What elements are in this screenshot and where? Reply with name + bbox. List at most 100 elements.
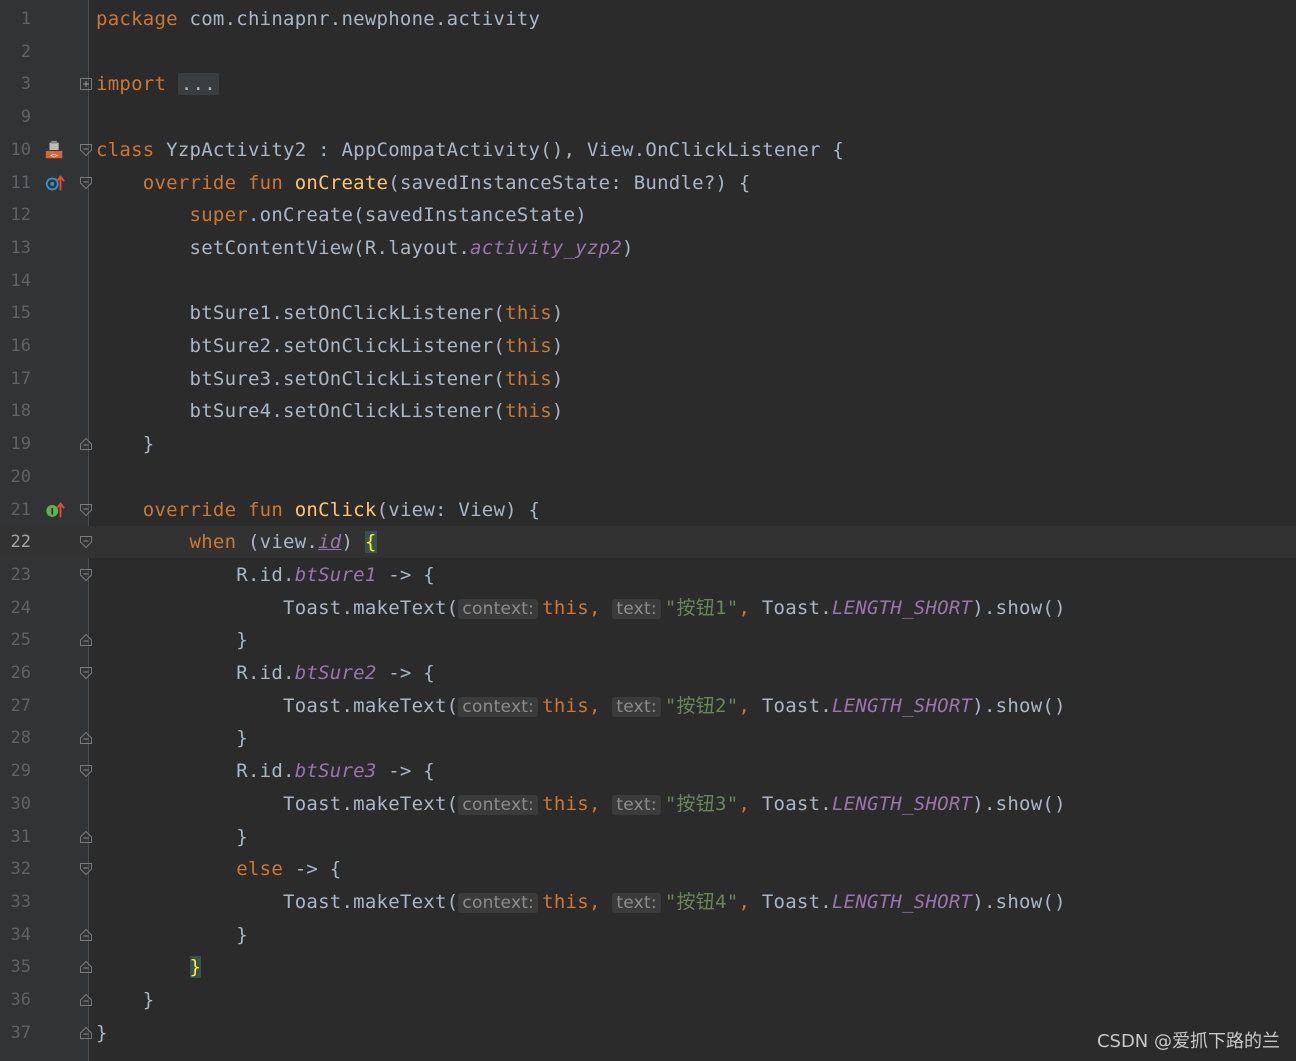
code-line[interactable]: 10 <> class YzpActivity2 : AppCompatActivi… (0, 134, 1296, 166)
code-token: , (738, 596, 762, 619)
code-line[interactable]: 21 I override fun onClick(view: View) { (0, 494, 1296, 526)
override-method-icon[interactable] (44, 173, 66, 193)
code-token: Toast.makeText( (96, 890, 459, 913)
line-number: 25 (10, 630, 31, 651)
fold-expand-icon[interactable] (79, 77, 93, 91)
code-line[interactable]: 36 } (0, 984, 1296, 1016)
code-line[interactable]: 14 (0, 265, 1296, 297)
code-line[interactable]: 11 override fun onCreate(savedInstanceSt… (0, 167, 1296, 199)
code-line[interactable]: 29 R.id.btSure3 -> { (0, 755, 1296, 787)
code-token: } (96, 727, 248, 750)
code-line[interactable]: 19 } (0, 428, 1296, 460)
line-number: 12 (10, 205, 31, 226)
line-number: 21 (10, 499, 31, 520)
fold-collapse-icon[interactable] (79, 176, 93, 190)
code-text: btSure1.setOnClickListener(this) (96, 297, 564, 329)
code-text: class YzpActivity2 : AppCompatActivity()… (96, 134, 844, 166)
code-token: override fun (142, 171, 295, 194)
fold-collapse-icon[interactable] (79, 928, 93, 942)
fold-collapse-icon[interactable] (79, 830, 93, 844)
fold-collapse-icon[interactable] (79, 764, 93, 778)
code-line[interactable]: 34 } (0, 919, 1296, 951)
code-line[interactable]: 28 } (0, 722, 1296, 754)
parameter-hint: text: (612, 696, 661, 717)
code-text: R.id.btSure3 -> { (96, 755, 435, 787)
code-line[interactable]: 32 else -> { (0, 853, 1296, 885)
code-token: class (96, 138, 155, 161)
code-line[interactable]: 12 super.onCreate(savedInstanceState) (0, 199, 1296, 231)
code-token: , (738, 792, 762, 815)
code-token: ) (551, 335, 564, 357)
code-line[interactable]: 24 Toast.makeText(context: this, text: "按钮… (0, 592, 1296, 624)
line-number: 33 (10, 891, 31, 912)
code-line[interactable]: 18 btSure4.setOnClickListener(this) (0, 395, 1296, 427)
code-token: -> { (283, 858, 342, 881)
fold-collapse-icon[interactable] (79, 731, 93, 745)
code-token: (view: View) { (376, 498, 541, 521)
line-number: 30 (10, 793, 31, 814)
code-token: ).show() (972, 596, 1066, 619)
code-text: btSure2.setOnClickListener(this) (96, 330, 564, 362)
code-token: , (588, 890, 613, 913)
code-token: Toast. (761, 596, 832, 619)
fold-collapse-icon[interactable] (79, 503, 93, 517)
fold-collapse-icon[interactable] (79, 862, 93, 876)
code-text: when (view.id) { (96, 526, 377, 558)
code-line[interactable]: 20 (0, 461, 1296, 493)
code-line[interactable]: 13 setContentView(R.layout.activity_yzp2… (0, 232, 1296, 264)
code-token: LENGTH_SHORT (831, 694, 973, 717)
code-line[interactable]: 17 btSure3.setOnClickListener(this) (0, 363, 1296, 395)
code-line[interactable]: 16 btSure2.setOnClickListener(this) (0, 330, 1296, 362)
code-token: onClick (294, 498, 377, 521)
code-token: -> { (376, 563, 435, 586)
line-number: 28 (10, 728, 31, 749)
code-line[interactable]: 2 (0, 36, 1296, 68)
code-line[interactable]: 15 btSure1.setOnClickListener(this) (0, 297, 1296, 329)
fold-collapse-icon[interactable] (79, 1026, 93, 1040)
code-editor[interactable]: 1 package com.chinapnr.newphone.activity 2… (0, 0, 1296, 1061)
code-text: } (96, 919, 248, 951)
code-line[interactable]: 31 } (0, 821, 1296, 853)
code-token: package (96, 8, 178, 30)
parameter-hint: text: (612, 794, 661, 815)
code-token: activity_yzp2 (470, 236, 623, 259)
fold-collapse-icon[interactable] (79, 143, 93, 157)
code-line[interactable]: 3 import ... (0, 68, 1296, 100)
code-text: R.id.btSure1 -> { (96, 559, 435, 591)
code-token: this (542, 596, 589, 619)
fold-collapse-icon[interactable] (79, 666, 93, 680)
code-token: this (542, 792, 589, 815)
code-text: btSure4.setOnClickListener(this) (96, 395, 564, 427)
code-line[interactable]: 23 R.id.btSure1 -> { (0, 559, 1296, 591)
line-number: 16 (10, 336, 31, 356)
folded-imports[interactable]: ... (177, 73, 219, 96)
code-line[interactable]: 33 Toast.makeText(context: this, text: "按钮… (0, 886, 1296, 918)
parameter-hint: context: (458, 598, 539, 619)
code-line[interactable]: 9 (0, 101, 1296, 133)
fold-collapse-icon[interactable] (79, 437, 93, 451)
code-line[interactable]: 35 } (0, 951, 1296, 983)
implement-method-icon[interactable]: I (44, 500, 66, 520)
code-line[interactable]: 27 Toast.makeText(context: this, text: "按钮… (0, 690, 1296, 722)
fold-collapse-icon[interactable] (79, 535, 93, 549)
code-token: super (189, 204, 248, 227)
line-number: 36 (10, 990, 31, 1010)
class-layout-icon[interactable]: <> (44, 140, 66, 160)
code-token: this (505, 302, 552, 325)
code-line[interactable]: 30 Toast.makeText(context: this, text: "按钮… (0, 788, 1296, 820)
line-number: 14 (10, 270, 31, 291)
code-token: Toast.makeText( (96, 694, 459, 717)
code-line[interactable]: 25 } (0, 624, 1296, 656)
code-line[interactable]: 26 R.id.btSure2 -> { (0, 657, 1296, 689)
fold-collapse-icon[interactable] (79, 960, 93, 974)
code-token: } (96, 1021, 108, 1044)
code-token: R.id. (96, 563, 295, 586)
fold-collapse-icon[interactable] (79, 633, 93, 647)
code-line[interactable]: 1 package com.chinapnr.newphone.activity (0, 3, 1296, 35)
code-line[interactable]: 22 when (view.id) { (0, 526, 1296, 559)
fold-collapse-icon[interactable] (79, 993, 93, 1007)
line-number: 11 (10, 172, 31, 193)
fold-collapse-icon[interactable] (79, 568, 93, 582)
